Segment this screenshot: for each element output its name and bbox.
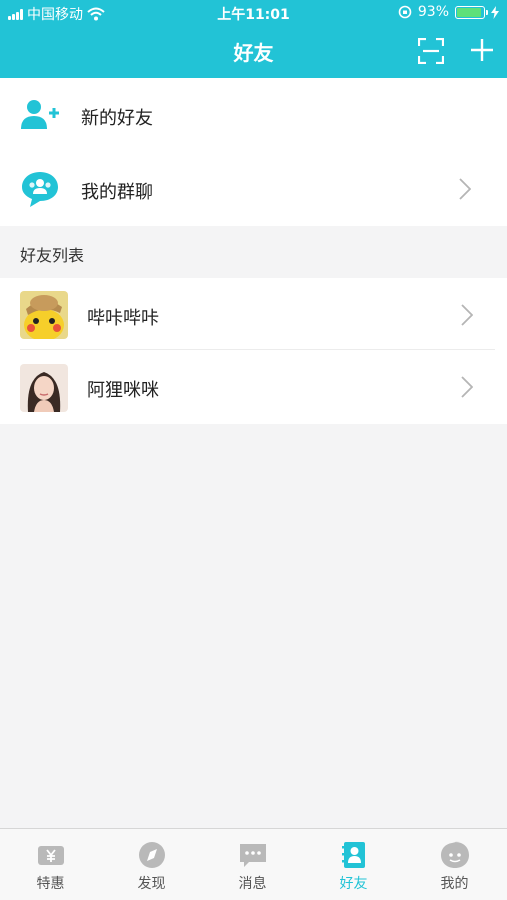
chevron-right-icon	[459, 178, 471, 200]
new-friends-label: 新的好友	[81, 108, 153, 129]
friends-list: 哔咔哔咔 阿狸咪咪	[0, 278, 507, 424]
my-groups-row[interactable]: 我的群聊	[0, 152, 507, 226]
tab-deals[interactable]: 特惠	[0, 829, 101, 900]
coupon-icon	[38, 846, 64, 865]
charging-icon	[491, 5, 499, 19]
orientation-lock-icon	[398, 5, 412, 19]
tab-messages[interactable]: 消息	[202, 829, 303, 900]
battery-percent: 93%	[417, 4, 449, 20]
status-bar: 中国移动 上午11:01 93%	[0, 0, 507, 26]
group-chat-icon	[22, 172, 58, 207]
plus-icon[interactable]	[470, 38, 494, 62]
friends-section-title: 好友列表	[20, 246, 85, 265]
top-bar: 中国移动 上午11:01 93% 好友	[0, 0, 507, 78]
friend-name: 阿狸咪咪	[87, 380, 159, 401]
add-user-icon	[21, 100, 59, 129]
tab-friends[interactable]: 好友	[303, 829, 404, 900]
menu-section: 新的好友 我的群聊	[0, 78, 507, 226]
friend-row[interactable]: 阿狸咪咪	[0, 350, 507, 424]
tab-me[interactable]: 我的	[404, 829, 505, 900]
tab-label: 好友	[339, 876, 368, 892]
profile-face-icon	[441, 841, 469, 868]
my-groups-label: 我的群聊	[81, 182, 153, 203]
scan-icon[interactable]	[418, 38, 444, 64]
tab-bar: 特惠 发现 消息 好友 我的	[0, 828, 507, 900]
chevron-right-icon	[461, 304, 473, 326]
girl-portrait-avatar	[20, 364, 68, 412]
status-right: 93%	[398, 4, 499, 20]
chevron-right-icon	[461, 376, 473, 398]
tab-label: 消息	[238, 876, 267, 892]
friend-row[interactable]: 哔咔哔咔	[0, 278, 507, 352]
friend-name: 哔咔哔咔	[87, 308, 159, 329]
compass-icon	[139, 842, 165, 868]
tab-label: 我的	[440, 876, 469, 892]
pikachu-avatar	[20, 291, 68, 339]
contacts-icon	[342, 842, 365, 868]
battery-icon	[455, 5, 488, 19]
tab-label: 特惠	[36, 876, 65, 892]
friends-section-header: 好友列表	[0, 226, 507, 278]
new-friends-row[interactable]: 新的好友	[0, 78, 507, 152]
tab-label: 发现	[137, 876, 166, 892]
chat-bubble-icon	[240, 844, 266, 867]
tab-discover[interactable]: 发现	[101, 829, 202, 900]
